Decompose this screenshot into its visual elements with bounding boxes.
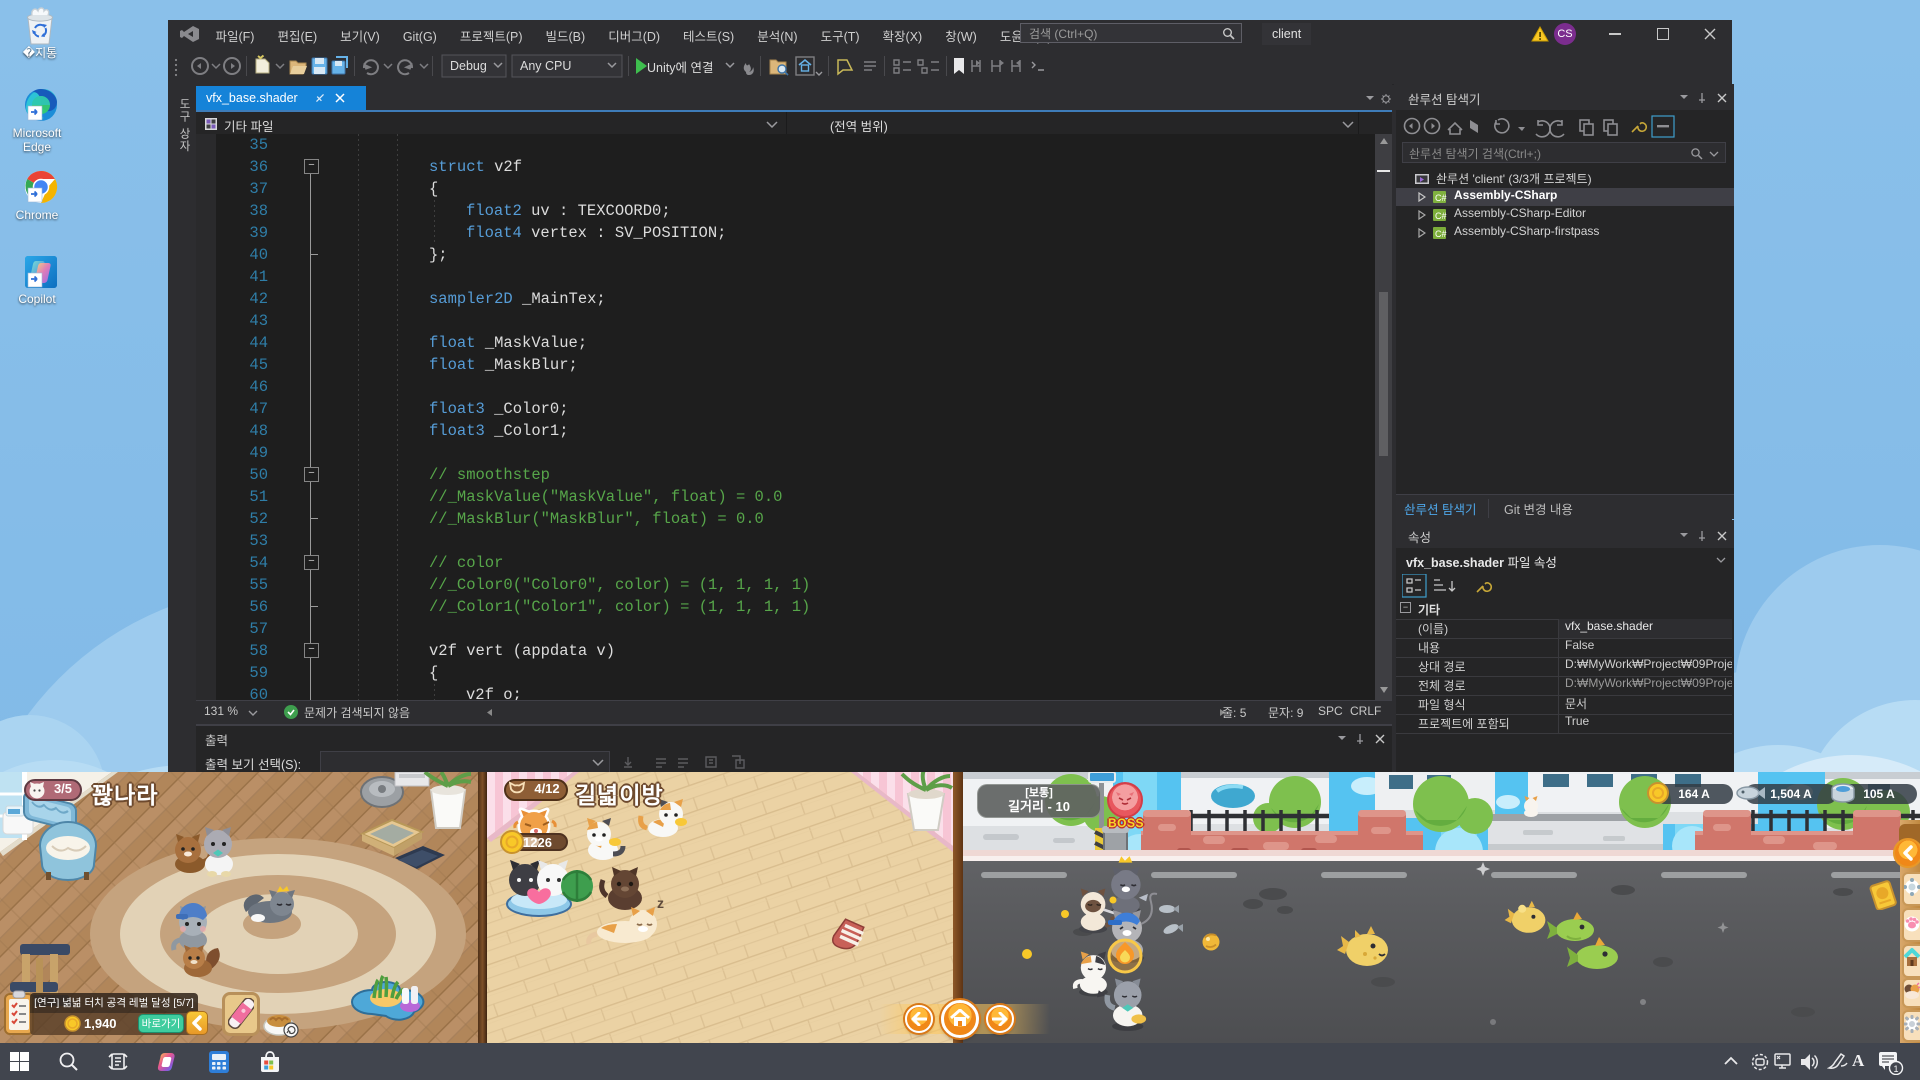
svg-text:1226: 1226 — [523, 835, 552, 850]
svg-text:Any CPU: Any CPU — [520, 59, 571, 73]
svg-text:Debug: Debug — [450, 59, 487, 73]
svg-text:1: 1 — [1894, 1064, 1899, 1074]
svg-text:C#: C# — [1435, 229, 1447, 239]
svg-text:z: z — [657, 895, 664, 911]
svg-text:C#: C# — [1435, 193, 1447, 203]
svg-text:C#: C# — [1435, 211, 1447, 221]
